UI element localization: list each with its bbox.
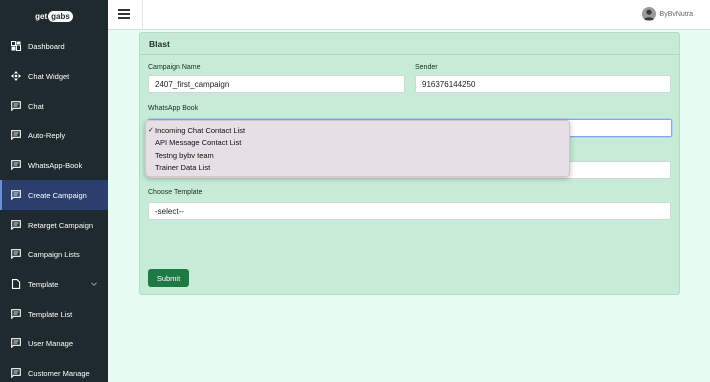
sidebar-item-label: Retarget Campaign — [28, 220, 94, 230]
user-menu[interactable]: ByBvNutra — [641, 7, 693, 21]
message-icon — [11, 338, 21, 348]
sidebar-item-label: Customer Manage — [28, 368, 90, 378]
message-icon — [11, 101, 21, 111]
move-icon — [11, 71, 21, 81]
sidebar-item-user-manage[interactable]: User Manage — [0, 328, 108, 358]
sidebar-item-label: Campaign Lists — [28, 249, 80, 259]
sidebar-item-whatsapp-book[interactable]: WhatsApp-Book — [0, 150, 108, 180]
sidebar-item-campaign-lists[interactable]: Campaign Lists — [0, 239, 108, 269]
divider — [142, 0, 143, 30]
dropdown-option[interactable]: API Message Contact List — [146, 137, 569, 150]
message-icon — [11, 130, 21, 140]
message-icon — [11, 160, 21, 170]
campaign-name-input[interactable]: 2407_first_campaign — [148, 75, 405, 93]
sender-input[interactable]: 916376144250 — [415, 75, 671, 93]
logo-pill: gabs — [48, 10, 73, 22]
sidebar-item-chat[interactable]: Chat — [0, 91, 108, 121]
choose-template-label: Choose Template — [148, 189, 203, 196]
sidebar-item-label: Dashboard — [28, 41, 65, 51]
campaign-name-label: Campaign Name — [148, 64, 201, 71]
dropdown-option[interactable]: Trainer Data List — [146, 162, 569, 175]
avatar — [641, 7, 656, 21]
option-label: Incoming Chat Contact List — [155, 125, 246, 135]
sidebar-item-create-campaign[interactable]: Create Campaign — [0, 180, 108, 210]
sidebar-item-dashboard[interactable]: Dashboard — [0, 31, 108, 61]
chevron-down-icon — [91, 282, 97, 286]
user-name: ByBvNutra — [659, 10, 693, 18]
sidebar-item-label: Template — [28, 279, 59, 289]
sidebar-item-retarget-campaign[interactable]: Retarget Campaign — [0, 210, 108, 240]
file-icon — [11, 279, 21, 289]
sidebar-item-chat-widget[interactable]: Chat Widget — [0, 61, 108, 91]
sidebar-item-label: Chat Widget — [28, 71, 70, 81]
submit-button[interactable]: Submit — [148, 269, 189, 287]
option-label: Trainer Data List — [155, 163, 211, 173]
sidebar-item-label: Chat — [28, 101, 44, 111]
sidebar-item-label: Auto-Reply — [28, 130, 66, 140]
sender-label: Sender — [415, 64, 438, 71]
dropdown-option[interactable]: Testng bybv team — [146, 149, 569, 162]
sidebar-item-label: User Manage — [28, 338, 74, 348]
whatsapp-book-label: WhatsApp Book — [148, 105, 199, 112]
dashboard-icon — [11, 41, 21, 51]
message-icon — [11, 249, 21, 259]
check-icon: ✓ — [148, 127, 154, 135]
choose-template-select[interactable]: -select-- — [148, 202, 671, 220]
dropdown-option[interactable]: ✓ Incoming Chat Contact List — [146, 124, 569, 137]
option-label: API Message Contact List — [155, 138, 242, 148]
sidebar-item-label: WhatsApp-Book — [28, 160, 83, 170]
sidebar-item-label: Template List — [28, 309, 73, 319]
card-title: Blast — [140, 33, 679, 55]
logo-text: get — [35, 11, 48, 21]
sidebar-item-template[interactable]: Template — [0, 269, 108, 299]
message-icon — [11, 368, 21, 378]
option-label: Testng bybv team — [155, 150, 214, 160]
sidebar-item-template-list[interactable]: Template List — [0, 299, 108, 329]
message-icon — [11, 190, 21, 200]
message-icon — [11, 309, 21, 319]
logo: get gabs — [35, 10, 73, 22]
sidebar: get gabs Dashboard Chat Widget Chat Auto… — [0, 0, 108, 382]
sidebar-item-auto-reply[interactable]: Auto-Reply — [0, 120, 108, 150]
message-icon — [11, 220, 21, 230]
topbar: ByBvNutra — [108, 0, 710, 30]
sidebar-item-label: Create Campaign — [28, 190, 87, 200]
sidebar-item-customer-manage[interactable]: Customer Manage — [0, 358, 108, 382]
menu-icon[interactable] — [118, 9, 130, 19]
whatsapp-book-dropdown: ✓ Incoming Chat Contact List API Message… — [145, 120, 570, 177]
logo-area[interactable]: get gabs — [0, 0, 108, 32]
